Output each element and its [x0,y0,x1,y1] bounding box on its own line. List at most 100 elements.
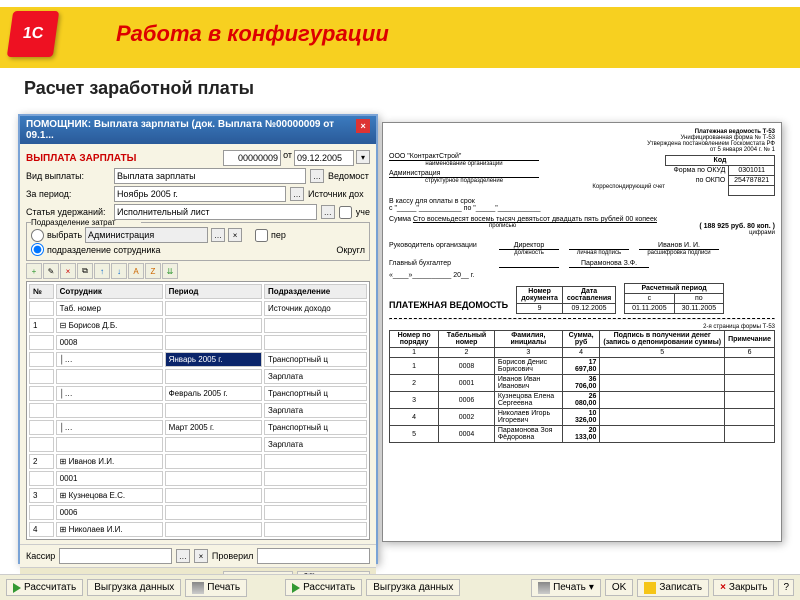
uch-checkbox[interactable] [339,206,352,219]
help-button[interactable]: ? [778,579,794,596]
add-row-icon[interactable]: + [26,263,42,279]
radio-podrazd[interactable] [31,243,44,256]
cell[interactable]: 4 [29,522,54,537]
rasschitat-button-2[interactable]: Рассчитать [285,579,362,596]
cell[interactable]: 0008 [56,335,163,350]
page-title: Работа в конфигурации [116,21,389,47]
delete-row-icon[interactable]: × [60,263,76,279]
glavbuh-label: Главный бухгалтер [389,260,489,268]
pechat-button-1[interactable]: Печать [185,579,247,597]
kassir-select-icon[interactable]: … [176,549,190,563]
cell[interactable]: 0001 [56,471,163,486]
th-n: Номер по порядку [390,331,439,348]
col-emp[interactable]: Сотрудник [56,284,163,299]
ved-label: Ведомост [328,171,370,181]
cell[interactable]: Зарплата [264,437,367,452]
cell[interactable]: 1 [29,318,54,333]
cell[interactable]: Зарплата [264,403,367,418]
kassir-input[interactable] [59,548,172,564]
period-input[interactable] [114,186,286,202]
th-fio: Фамилия, инициалы [494,331,562,348]
cell[interactable]: ⊞ Кузнецова Е.С. [56,488,163,503]
doc-date[interactable] [294,150,354,166]
move-up-icon[interactable]: ↑ [94,263,110,279]
nomer: 9 [517,304,563,314]
radio-vybrat[interactable] [31,229,44,242]
cell[interactable]: 3 [29,488,54,503]
per-checkbox[interactable] [255,229,268,242]
cell[interactable]: │… [56,420,163,435]
zapisat-button[interactable]: Записать [637,579,709,597]
close-icon[interactable]: × [356,119,370,133]
print-icon [538,582,550,594]
data: 09.12.2005 [563,304,616,314]
move-down-icon[interactable]: ↓ [111,263,127,279]
selected-cell[interactable]: Январь 2005 г. [165,352,262,367]
cell[interactable]: Зарплата [264,369,367,384]
period-select-icon[interactable]: … [290,187,304,201]
vid-select-icon[interactable]: … [310,169,324,183]
fill-icon[interactable]: ⇊ [162,263,178,279]
logo: 1С [7,11,59,57]
vygruzka-button-2[interactable]: Выгрузка данных [366,579,460,596]
proveril-input[interactable] [257,548,370,564]
cell[interactable]: ⊞ Николаев И.И. [56,522,163,537]
cell[interactable]: 0006 [56,505,163,520]
cell[interactable]: ⊞ Иванов И.И. [56,454,163,469]
document-preview: Платежная ведомость Т-53 Унифицированная… [382,122,782,542]
col-n[interactable]: № [29,284,54,299]
cell[interactable]: ⊟ Борисов Д.Б. [56,318,163,333]
opt2-label: подразделение сотрудника [47,245,161,255]
ok-button[interactable]: OK [605,579,633,596]
stat-input[interactable] [114,204,317,220]
doc-big-title: ПЛАТЕЖНАЯ ВЕДОМОСТЬ [389,300,508,310]
zakryt-button[interactable]: ×Закрыть [713,579,774,596]
pechat-button-2[interactable]: Печать ▾ [531,579,601,597]
dept-clear-icon[interactable]: × [228,228,242,242]
dept-select-icon[interactable]: … [211,228,225,242]
calendar-icon[interactable]: ▾ [356,150,370,164]
employee-grid[interactable]: № Сотрудник Период Подразделение Таб. но… [26,281,370,540]
th-sum: Сумма, руб [562,331,600,348]
kod-header: Код [666,156,775,166]
uch-label: уче [356,207,370,217]
sort-desc-icon[interactable]: Z [145,263,161,279]
col-src: Источник доходо [264,301,367,316]
vid-input[interactable] [114,168,306,184]
subtitle: Расчет заработной платы [0,68,800,105]
vygruzka-button[interactable]: Выгрузка данных [87,579,181,596]
kassir-label: Кассир [26,551,55,561]
okud: 0301011 [729,166,775,176]
cell[interactable]: Транспортный ц [264,386,367,401]
col-podrazd[interactable]: Подразделение [264,284,367,299]
org-name: ООО "КонтрактСтрой" [389,153,539,161]
edit-row-icon[interactable]: ✎ [43,263,59,279]
cell[interactable]: Транспортный ц [264,420,367,435]
sort-asc-icon[interactable]: A [128,263,144,279]
th-tab: Табельный номер [439,331,495,348]
cell[interactable]: 2 [29,454,54,469]
rasschitat-button[interactable]: Рассчитать [6,579,83,596]
summa-text: Сто восемьдесят восемь тысяч девятьсот д… [413,216,657,223]
doc-number[interactable] [223,150,281,166]
stat-select-icon[interactable]: … [321,205,335,219]
okpo: 254787821 [729,176,775,186]
cell[interactable]: Март 2005 г. [165,420,262,435]
copy-row-icon[interactable]: ⧉ [77,263,93,279]
kassir-clear-icon[interactable]: × [194,549,208,563]
okpo-label: по ОКПО [666,176,729,186]
vkassu-label: В кассу для оплаты в срок [389,198,475,205]
cell[interactable]: Февраль 2005 г. [165,386,262,401]
dept-input[interactable] [85,227,208,243]
summa-num: ( 188 925 руб. 80 коп. ) [699,223,775,230]
cell[interactable]: │… [56,352,163,367]
stat-label: Статья удержаний: [26,207,110,217]
section-label: ВЫПЛАТА ЗАРПЛАТЫ [26,153,136,164]
okud-label: Форма по ОКУД [666,166,729,176]
col-tab: Таб. номер [56,301,163,316]
cell[interactable]: Транспортный ц [264,352,367,367]
col-period[interactable]: Период [165,284,262,299]
cell[interactable]: │… [56,386,163,401]
proveril-label: Проверил [212,551,253,561]
opt1-label: выбрать [47,230,82,240]
